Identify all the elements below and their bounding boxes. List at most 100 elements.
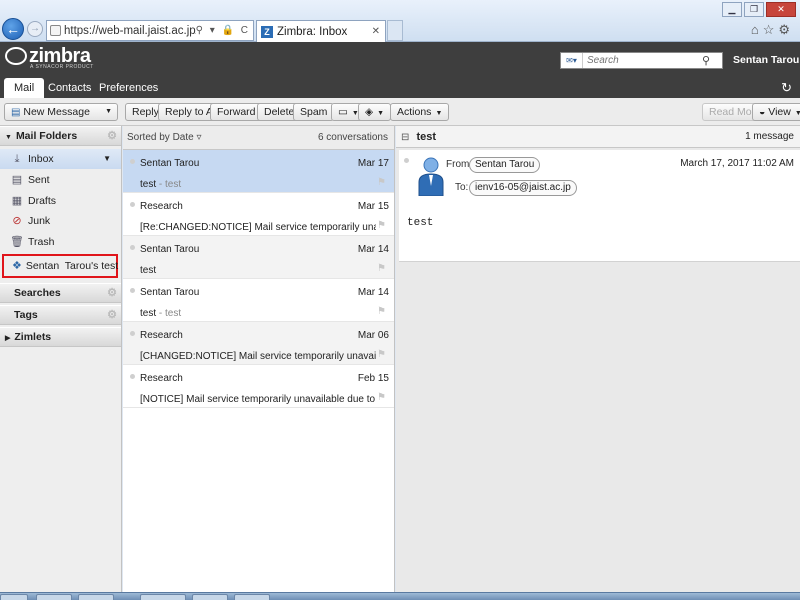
flag-icon[interactable]: ⚑ <box>377 220 386 231</box>
read-status-icon[interactable] <box>130 331 135 336</box>
sidebar-item-sent[interactable]: ▤ Sent <box>0 170 121 190</box>
window-controls: ▁ ❐ ✕ <box>722 2 796 17</box>
forward-button[interactable]: Forward <box>210 103 263 121</box>
subject: test <box>140 308 157 319</box>
read-status-icon[interactable] <box>130 288 135 293</box>
list-item[interactable]: Research Mar 06 [CHANGED:NOTICE] Mail se… <box>123 322 394 365</box>
read-status-icon[interactable] <box>130 245 135 250</box>
tag-button[interactable]: ◈ ▼ <box>358 103 392 121</box>
flag-icon[interactable]: ⚑ <box>377 263 386 274</box>
date: Mar 15 <box>357 201 389 212</box>
settings-gear-icon[interactable]: ⚙ <box>778 22 794 37</box>
message-list-header: Sorted by Date ▿ 6 conversations <box>123 126 394 150</box>
search-type-mail-icon[interactable]: ✉▾ <box>561 53 583 68</box>
read-status-icon[interactable] <box>130 159 135 164</box>
list-item[interactable]: Sentan Tarou Mar 14 test - test ⚑ <box>123 279 394 322</box>
restore-icon[interactable]: ❐ <box>744 2 764 17</box>
url-text[interactable]: https://web-mail.jaist.ac.jp/#1 <box>64 25 196 37</box>
browser-tab[interactable]: Z Zimbra: Inbox ✕ <box>256 20 386 42</box>
sidebar-item-drafts[interactable]: ▦ Drafts <box>0 191 121 211</box>
sender: Sentan Tarou <box>140 158 200 169</box>
message-count: 1 message <box>745 131 794 142</box>
collapse-icon[interactable]: ⊟ <box>401 132 409 143</box>
close-tab-icon[interactable]: ✕ <box>372 26 385 37</box>
sidebar-item-junk[interactable]: ⊘ Junk <box>0 211 121 231</box>
chevron-down-icon: ▼ <box>794 110 800 117</box>
start-button[interactable] <box>0 594 28 600</box>
flag-icon[interactable]: ⚑ <box>377 177 386 188</box>
taskbar-item[interactable] <box>192 594 228 600</box>
actions-button[interactable]: Actions ▼ <box>390 103 450 121</box>
os-taskbar <box>0 592 800 600</box>
conversation-title: test <box>416 131 437 143</box>
tags-header[interactable]: Tags ⚙ <box>0 305 121 326</box>
sidebar-item-inbox[interactable]: ⤓ Inbox ▼ <box>0 149 121 169</box>
list-item[interactable]: Research Mar 15 [Re:CHANGED:NOTICE] Mail… <box>123 193 394 236</box>
tab-title: Zimbra: Inbox <box>277 25 348 38</box>
view-button[interactable]: ◒ View ▼ <box>752 103 800 121</box>
search-box: ✉▾ ⚲ <box>560 52 723 69</box>
home-icon[interactable]: ⌂ <box>751 22 763 37</box>
folder-label: Junk <box>28 215 51 228</box>
gear-icon[interactable]: ⚙ <box>107 127 117 145</box>
taskbar-item[interactable] <box>78 594 114 600</box>
mail-folders-header[interactable]: ▼ Mail Folders ⚙ <box>0 126 121 146</box>
window-close-icon[interactable]: ✕ <box>766 2 796 17</box>
back-button[interactable]: ← <box>2 18 24 40</box>
taskbar-item[interactable] <box>234 594 270 600</box>
sidebar-item-trash[interactable]: 🗑 Trash <box>0 232 121 252</box>
spam-button[interactable]: Spam <box>293 103 335 121</box>
tab-preferences[interactable]: Preferences <box>89 78 168 98</box>
new-tab-button[interactable] <box>387 20 403 41</box>
read-status-icon[interactable] <box>404 158 409 163</box>
subject: test <box>140 179 157 190</box>
gear-icon[interactable]: ⚙ <box>107 306 117 324</box>
collapsed-triangle-icon[interactable]: ▶ <box>5 335 10 342</box>
junk-icon: ⊘ <box>12 215 22 228</box>
mail-folders-label: Mail Folders <box>15 130 78 142</box>
taskbar-item[interactable] <box>140 594 186 600</box>
logo-subtext: A SYNACOR PRODUCT <box>30 64 94 70</box>
list-item[interactable]: Research Feb 15 [NOTICE] Mail service te… <box>123 365 394 408</box>
subject-line: test - test <box>140 179 376 190</box>
favorites-icon[interactable]: ☆ <box>763 22 779 37</box>
expanded-triangle-icon[interactable]: ▼ <box>5 134 12 141</box>
sort-label: Sorted by Date <box>127 132 194 143</box>
new-message-button[interactable]: ▤ New Message ▼ <box>4 103 118 121</box>
logo-text: zimbra <box>29 45 91 67</box>
date: Mar 06 <box>357 330 389 341</box>
minimize-icon[interactable]: ▁ <box>722 2 742 17</box>
read-status-icon[interactable] <box>130 374 135 379</box>
sort-by-date[interactable]: Sorted by Date ▿ <box>127 132 202 143</box>
forward-nav-button[interactable]: → <box>27 21 43 37</box>
recipient-bubble[interactable]: ienv16-05@jaist.ac.jp <box>469 180 577 196</box>
refresh-icon[interactable]: ↻ <box>781 80 792 96</box>
list-item[interactable]: Sentan Tarou Mar 17 test - test ⚑ <box>123 150 394 193</box>
taskbar-item[interactable] <box>36 594 72 600</box>
subject: [Re:CHANGED:NOTICE] Mail service tempora… <box>140 222 376 233</box>
zimlets-header[interactable]: ▶ Zimlets <box>0 327 121 348</box>
message-datetime: March 17, 2017 11:02 AM <box>680 158 794 169</box>
flag-icon[interactable]: ⚑ <box>377 349 386 360</box>
flag-icon[interactable]: ⚑ <box>377 392 386 403</box>
list-item[interactable]: Sentan Tarou Mar 14 test ⚑ <box>123 236 394 279</box>
read-status-icon[interactable] <box>130 202 135 207</box>
sidebar: ▼ Mail Folders ⚙ ⤓ Inbox ▼ ▤ Sent ▦ Draft… <box>0 126 122 592</box>
reading-pane: ⊟ test 1 message From: Sentan Tarou To: … <box>396 126 800 592</box>
sidebar-item-shared-folder[interactable]: ❖ Sentan Tarou's test <box>2 254 118 279</box>
zimbra-logo-icon <box>5 47 27 65</box>
user-menu[interactable]: Sentan Tarou▼ <box>733 54 800 66</box>
search-icon[interactable]: ⚲ <box>698 54 710 67</box>
message-list: Sorted by Date ▿ 6 conversations Sentan … <box>123 126 395 592</box>
chevron-down-icon[interactable]: ▼ <box>103 149 111 169</box>
address-bar-icons[interactable]: ⚲ ▾ 🔒 C <box>196 25 253 36</box>
search-input[interactable] <box>583 55 698 66</box>
address-bar[interactable]: https://web-mail.jaist.ac.jp/#1 ⚲ ▾ 🔒 C <box>46 20 254 41</box>
flag-icon[interactable]: ⚑ <box>377 306 386 317</box>
conversation-count: 6 conversations <box>317 132 388 143</box>
chevron-down-icon[interactable]: ▼ <box>105 104 112 120</box>
sender-bubble[interactable]: Sentan Tarou <box>469 157 541 173</box>
to-label: To: <box>455 182 469 193</box>
gear-icon[interactable]: ⚙ <box>107 284 117 302</box>
searches-header[interactable]: Searches ⚙ <box>0 283 121 304</box>
